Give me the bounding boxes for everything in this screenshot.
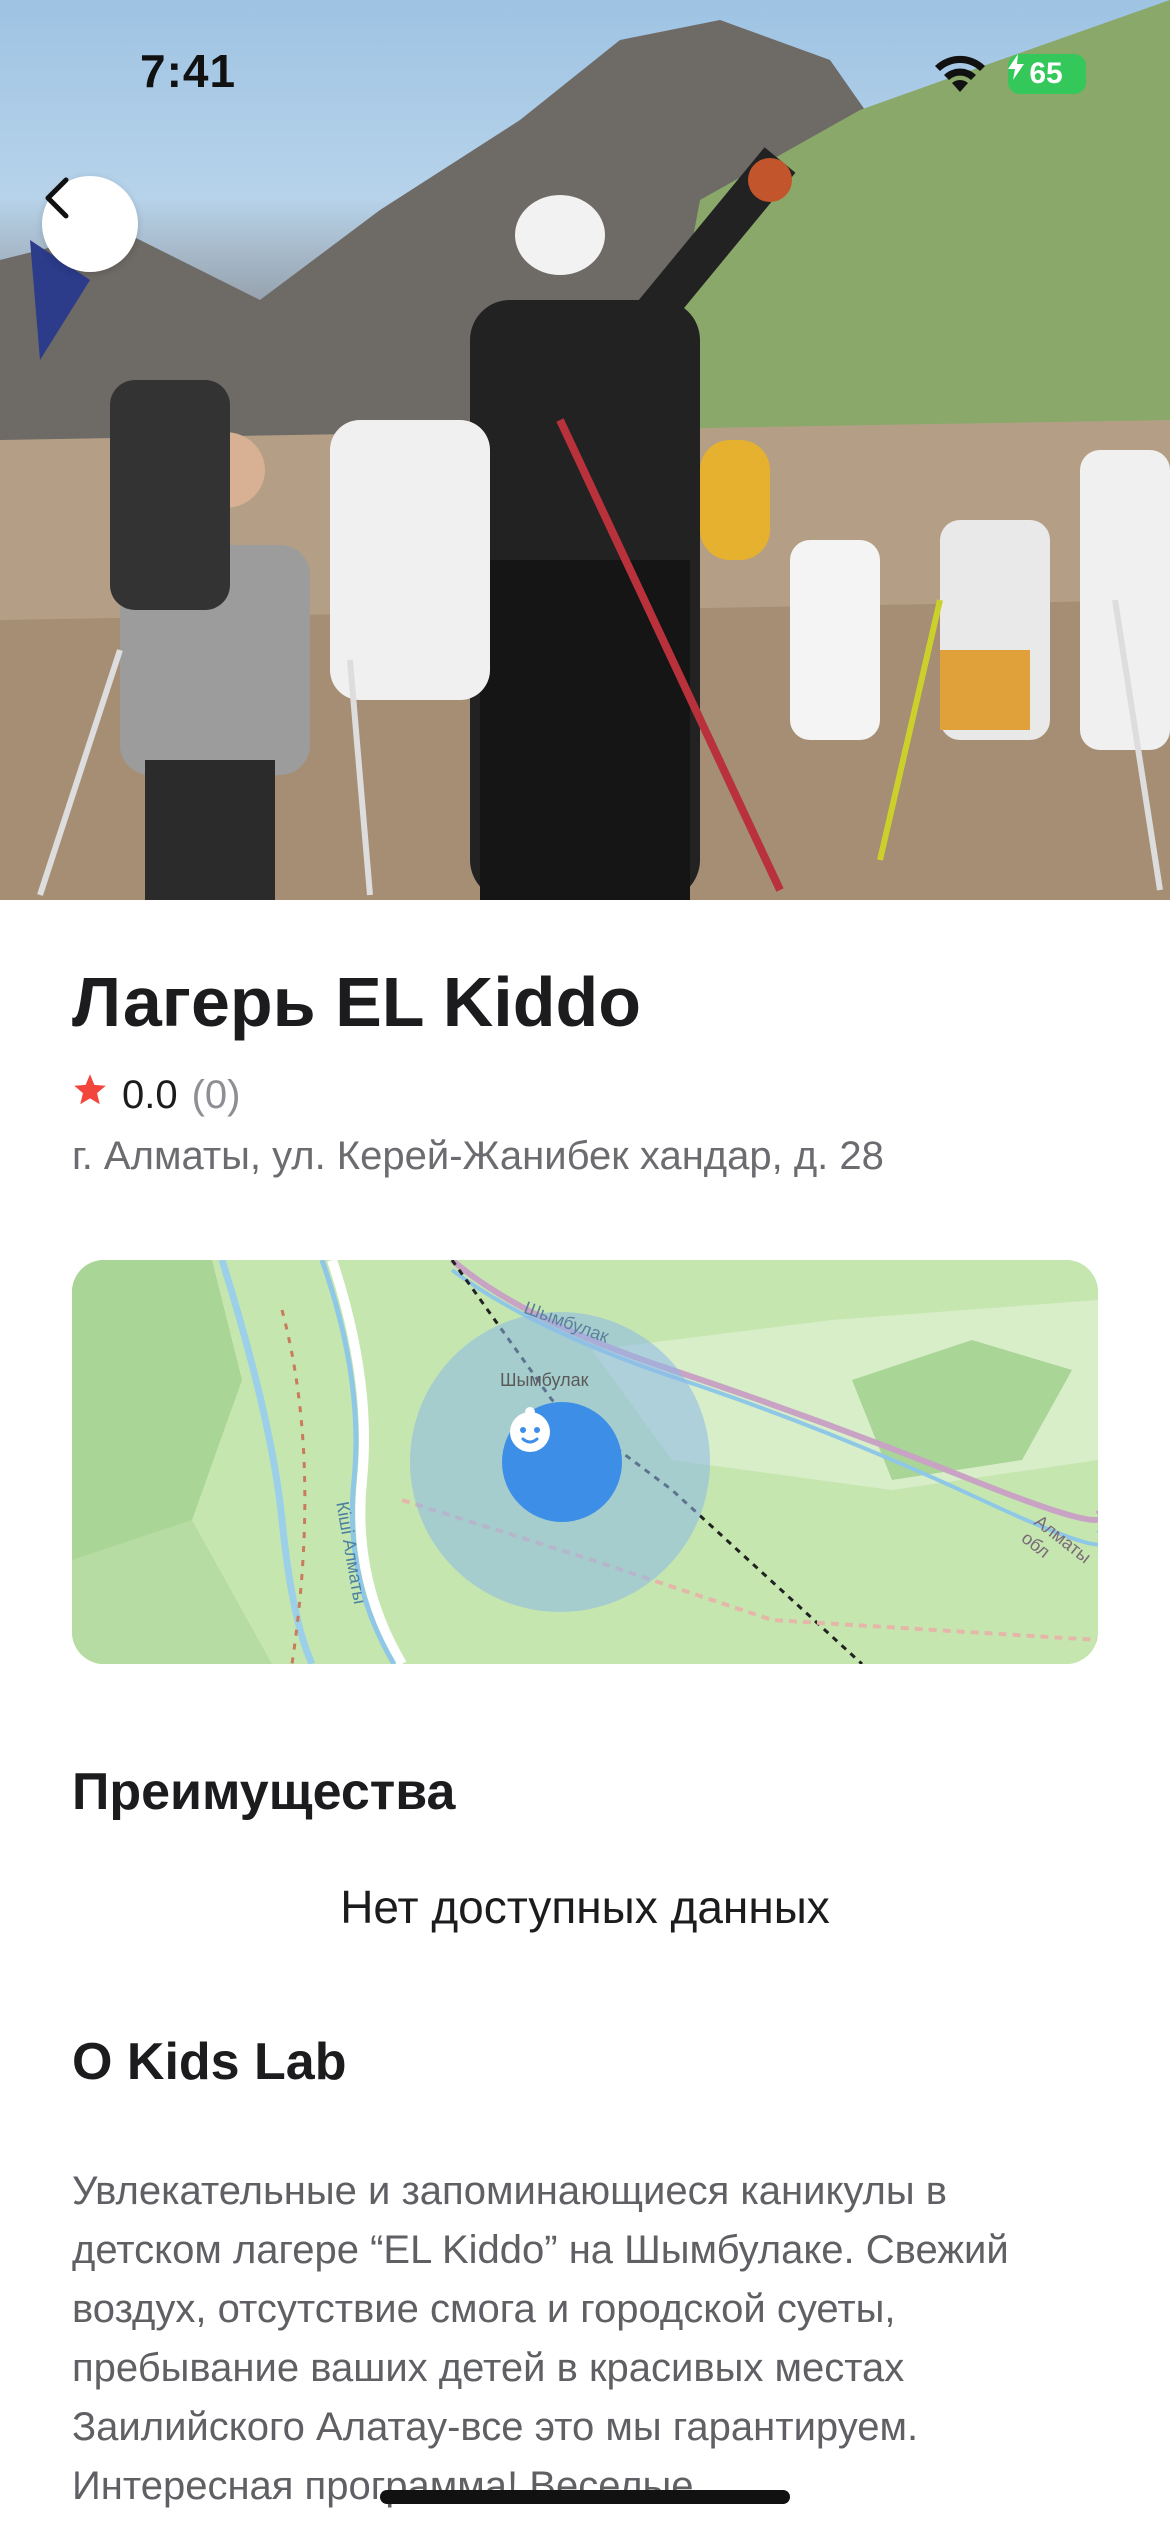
back-button[interactable] [42,176,138,272]
reviews-count[interactable]: (0) [192,1073,241,1118]
location-map[interactable]: Шымбулак Шымбулак Кіші Алматы Алматы обл [72,1260,1098,1664]
star-icon [72,1072,108,1118]
home-indicator[interactable] [380,2490,790,2504]
rating-row: 0.0 (0) [72,1072,241,1118]
rating-value: 0.0 [122,1072,178,1117]
about-heading: О Kids Lab [72,2033,347,2091]
status-time: 7:41 [140,45,237,97]
advantages-empty-state: Нет доступных данных [340,1881,830,1933]
battery-indicator: 65 [1008,54,1086,94]
about-text: Увлекательные и запоминающиеся каникулы … [72,2169,1009,2508]
hero-photo: 7:41 65 [0,0,1170,900]
camp-title: Лагерь EL Kiddo [72,963,642,1041]
map-pin[interactable] [502,1402,622,1522]
camp-address: г. Алматы, ул. Керей-Жанибек хандар, д. … [72,1134,884,1178]
hero-scene [0,0,1170,900]
battery-level: 65 [1029,57,1063,90]
advantages-heading: Преимущества [72,1763,456,1821]
map-label-2: Шымбулак [500,1370,589,1390]
